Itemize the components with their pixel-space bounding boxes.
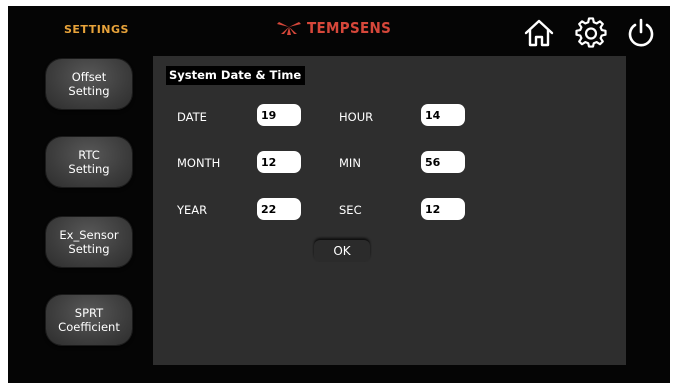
year-label: YEAR bbox=[177, 203, 208, 217]
date-label: DATE bbox=[177, 110, 207, 124]
panel-title: System Date & Time bbox=[166, 66, 306, 85]
device-screen: SETTINGS TEMPSENS Offset Setting RTC Set… bbox=[8, 6, 670, 383]
sprt-coefficient-button[interactable]: SPRT Coefficient bbox=[46, 295, 132, 345]
min-label: MIN bbox=[339, 156, 361, 170]
date-time-panel: System Date & Time DATE HOUR MONTH MIN Y… bbox=[153, 56, 626, 365]
offset-setting-button[interactable]: Offset Setting bbox=[46, 59, 132, 109]
power-icon[interactable] bbox=[625, 17, 657, 49]
brand-name: TEMPSENS bbox=[307, 19, 392, 37]
hour-label: HOUR bbox=[339, 110, 374, 124]
home-icon[interactable] bbox=[523, 17, 555, 49]
month-label: MONTH bbox=[177, 156, 221, 170]
hour-input[interactable] bbox=[421, 104, 465, 126]
brand-logo: TEMPSENS bbox=[276, 19, 391, 37]
sec-label: SEC bbox=[339, 203, 362, 217]
ok-button[interactable]: OK bbox=[314, 240, 370, 262]
sec-input[interactable] bbox=[421, 198, 465, 220]
year-input[interactable] bbox=[257, 198, 301, 220]
month-input[interactable] bbox=[257, 151, 301, 173]
page-title: SETTINGS bbox=[64, 23, 129, 36]
gear-icon[interactable] bbox=[575, 17, 607, 49]
rtc-setting-button[interactable]: RTC Setting bbox=[46, 137, 132, 187]
brand-icon bbox=[277, 22, 301, 35]
ex-sensor-setting-button[interactable]: Ex_Sensor Setting bbox=[46, 217, 132, 267]
min-input[interactable] bbox=[421, 151, 465, 173]
date-input[interactable] bbox=[257, 104, 301, 126]
